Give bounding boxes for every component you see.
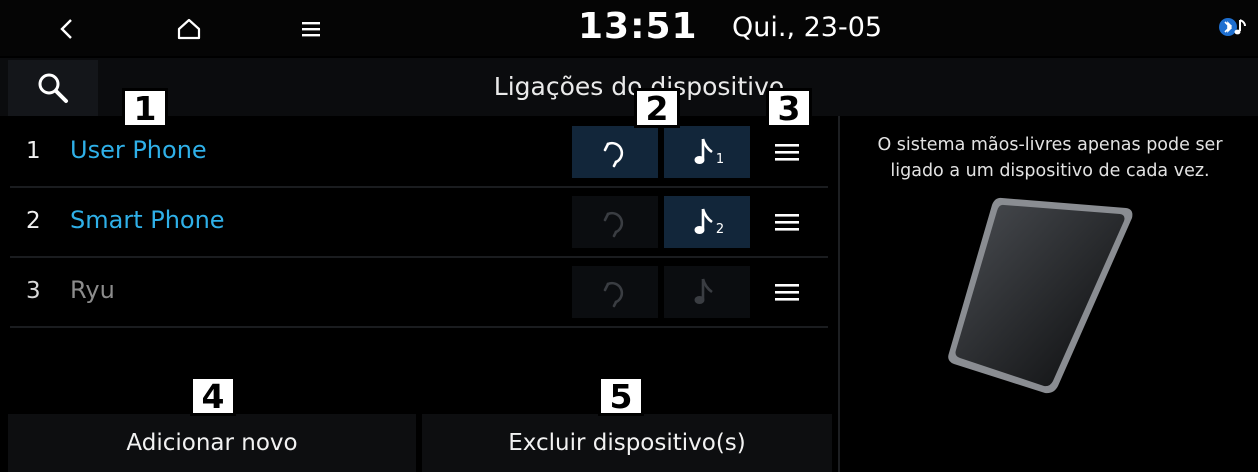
title-bar: Ligações do dispositivo bbox=[0, 58, 1258, 116]
chevron-left-icon bbox=[60, 19, 72, 39]
home-button[interactable] bbox=[164, 8, 214, 50]
audio-badge: 1 bbox=[715, 151, 725, 167]
panel-divider bbox=[838, 116, 840, 472]
bluetooth-audio-icon bbox=[1218, 14, 1250, 44]
back-button[interactable] bbox=[42, 8, 92, 50]
info-message: O sistema mãos-livres apenas pode ser li… bbox=[877, 135, 1223, 181]
device-number: 2 bbox=[26, 208, 41, 234]
page-title: Ligações do dispositivo bbox=[493, 72, 785, 101]
hamburger-icon bbox=[775, 284, 799, 301]
hamburger-icon bbox=[775, 214, 799, 231]
home-icon bbox=[177, 18, 201, 40]
clock: 13:51 bbox=[578, 6, 698, 47]
callout-4: 4 bbox=[190, 376, 236, 416]
handsfree-toggle-button[interactable] bbox=[572, 126, 658, 178]
device-number: 3 bbox=[26, 278, 41, 304]
device-row[interactable]: 3 Ryu bbox=[10, 258, 828, 328]
audio-badge: 2 bbox=[715, 221, 725, 237]
menu-button[interactable] bbox=[286, 8, 336, 50]
callout-1: 1 bbox=[122, 88, 168, 128]
device-name: Ryu bbox=[70, 276, 115, 304]
audio-toggle-button[interactable] bbox=[664, 266, 750, 318]
date: Qui., 23-05 bbox=[732, 12, 883, 43]
handsfree-phone-icon bbox=[603, 141, 624, 168]
device-options-button[interactable] bbox=[770, 135, 804, 169]
audio-toggle-button[interactable]: 2 bbox=[664, 196, 750, 248]
device-name: Smart Phone bbox=[70, 206, 225, 234]
handsfree-toggle-button[interactable] bbox=[572, 266, 658, 318]
add-new-button[interactable]: Adicionar novo bbox=[8, 414, 416, 472]
callout-2: 2 bbox=[634, 88, 680, 128]
handsfree-phone-icon bbox=[603, 281, 624, 308]
smartphone-illustration bbox=[940, 190, 1140, 404]
device-options-button[interactable] bbox=[770, 275, 804, 309]
device-row[interactable]: 2 Smart Phone 2 bbox=[10, 188, 828, 258]
handsfree-phone-icon bbox=[603, 211, 624, 238]
callout-3: 3 bbox=[766, 88, 812, 128]
device-number: 1 bbox=[26, 138, 41, 164]
handsfree-toggle-button[interactable] bbox=[572, 196, 658, 248]
device-options-button[interactable] bbox=[770, 205, 804, 239]
hamburger-icon bbox=[302, 22, 320, 37]
delete-devices-button[interactable]: Excluir dispositivo(s) bbox=[422, 414, 832, 472]
device-row[interactable]: 1 User Phone 1 bbox=[10, 118, 828, 188]
callout-5: 5 bbox=[598, 376, 644, 416]
device-name: User Phone bbox=[70, 136, 207, 164]
audio-toggle-button[interactable]: 1 bbox=[664, 126, 750, 178]
hamburger-icon bbox=[775, 144, 799, 161]
status-bar: 13:51 Qui., 23-05 bbox=[0, 0, 1258, 56]
music-note-icon bbox=[694, 278, 713, 304]
